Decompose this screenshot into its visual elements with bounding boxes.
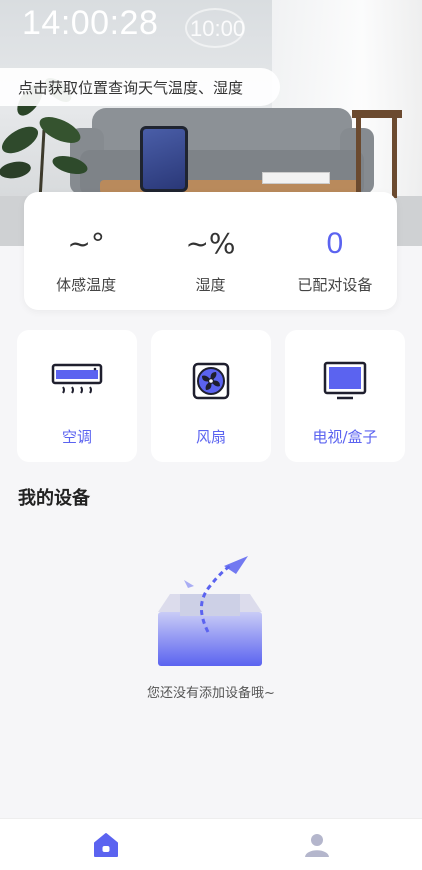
tablet-image: [140, 126, 188, 192]
category-air-conditioner[interactable]: 空调: [17, 330, 137, 462]
my-devices-title: 我的设备: [18, 488, 90, 509]
home-icon: [93, 832, 118, 857]
stat-label: 体感温度: [56, 276, 117, 294]
nav-home[interactable]: [0, 819, 211, 870]
side-table-leg: [356, 118, 361, 198]
stat-label: 已配对设备: [297, 276, 373, 294]
stat-humidity: ~% 湿度: [148, 192, 272, 310]
air-conditioner-icon: [49, 360, 105, 402]
category-tv-box[interactable]: 电视/盒子: [285, 330, 405, 462]
clock-overlay-text: 10:00: [190, 16, 246, 41]
stat-value: ~%: [185, 227, 236, 260]
stat-value: ~°: [67, 227, 105, 260]
side-table-leg: [392, 118, 397, 198]
stat-feels-like: ~° 体感温度: [24, 192, 148, 310]
book-image: [262, 172, 330, 184]
stat-label: 湿度: [195, 276, 226, 294]
empty-devices-message: 您还没有添加设备哦~: [147, 686, 275, 701]
empty-box-icon: [158, 556, 262, 666]
get-location-button[interactable]: 点击获取位置查询天气温度、湿度: [0, 68, 280, 106]
category-label: 风扇: [195, 428, 226, 446]
category-label: 电视/盒子: [312, 428, 378, 446]
current-time: 14:00:28: [22, 4, 159, 42]
stat-value: 0: [326, 227, 344, 260]
profile-icon: [304, 833, 329, 857]
stat-paired-devices[interactable]: 0 已配对设备: [273, 192, 397, 310]
location-prompt: 点击获取位置查询天气温度、湿度: [18, 78, 244, 97]
category-label: 空调: [61, 428, 92, 446]
side-table: [352, 110, 402, 118]
nav-profile[interactable]: [211, 819, 422, 870]
weather-stats-card: ~° 体感温度 ~% 湿度 0 已配对设备: [24, 192, 397, 310]
device-category-row: 空调 风扇 电视/盒子: [17, 330, 405, 462]
bottom-navigation: [0, 818, 422, 870]
tv-icon: [317, 360, 373, 402]
category-fan[interactable]: 风扇: [151, 330, 271, 462]
fan-icon: [183, 360, 239, 402]
